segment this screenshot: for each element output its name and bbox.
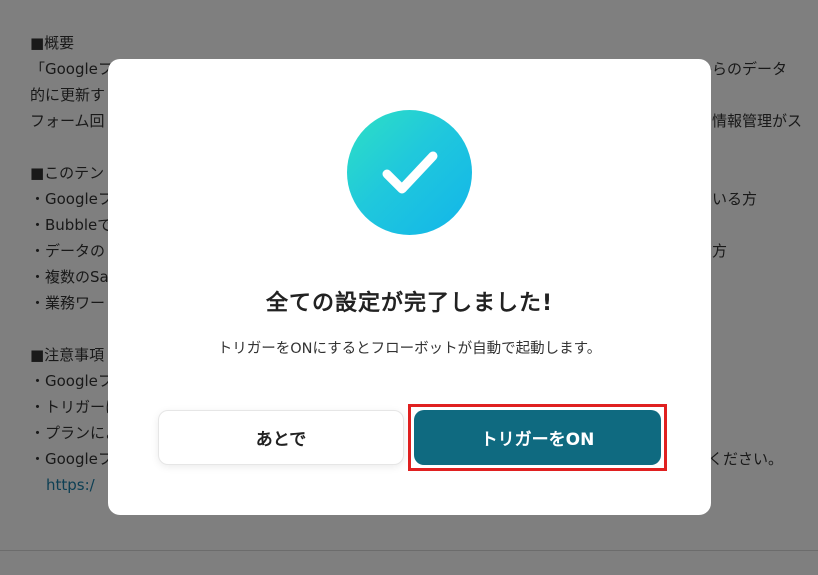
check-circle-icon xyxy=(347,110,472,235)
dialog-subtitle: トリガーをONにするとフローボットが自動で起動します。 xyxy=(217,341,602,357)
dialog-title: 全ての設定が完了しました! xyxy=(265,291,554,316)
trigger-on-button[interactable]: トリガーをON xyxy=(414,410,661,465)
checkmark-icon xyxy=(382,151,438,194)
later-button[interactable]: あとで xyxy=(158,410,404,465)
completion-dialog: 全ての設定が完了しました! トリガーをONにするとフローボットが自動で起動します… xyxy=(108,59,711,515)
